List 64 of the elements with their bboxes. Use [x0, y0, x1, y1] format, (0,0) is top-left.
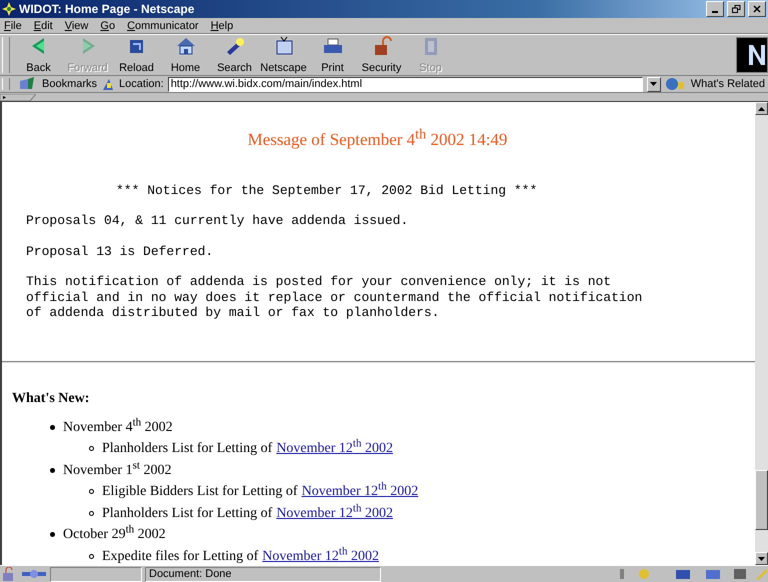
menu-item[interactable]: Go: [100, 20, 116, 32]
status-text: Document: Done: [145, 566, 381, 582]
section-heading: What's New:: [12, 390, 90, 407]
list-text: Expedite files for Letting of: [102, 548, 258, 565]
up-arrow-icon: [758, 106, 765, 110]
bullet-icon: [50, 424, 55, 430]
toolbar-button[interactable]: Security: [357, 36, 406, 74]
globe-icon: [664, 77, 687, 91]
toolbar-button[interactable]: Netscape: [259, 36, 308, 74]
minimize-button[interactable]: [706, 1, 724, 17]
bullet-icon: [89, 510, 94, 516]
caret-icon: [650, 82, 658, 86]
bullet-icon: [89, 554, 94, 559]
dropdown-button[interactable]: [646, 76, 661, 92]
location-icon: [101, 77, 116, 91]
close-button[interactable]: [748, 1, 766, 17]
toolbar-grip[interactable]: [2, 78, 10, 90]
bookmarks-button[interactable]: Bookmarks: [42, 78, 98, 90]
component-bar-icons[interactable]: [618, 567, 768, 581]
date-link[interactable]: November 12$^{th}$ 2002: [262, 546, 379, 565]
down-arrow-icon: [758, 556, 765, 560]
notice-text: Proposal 13 is Deferred.: [25, 244, 214, 260]
close-icon: [753, 5, 761, 13]
date-text: November 4$^{th}$ 2002: [63, 416, 173, 437]
restore-icon: [732, 5, 740, 13]
app-icon: [2, 2, 16, 16]
date-link[interactable]: November 12$^{th}$ 2002: [276, 438, 393, 460]
window-title: WIDOT: Home Page - Netscape: [19, 2, 196, 16]
date-link[interactable]: November 12$^{th}$ 2002: [276, 502, 393, 524]
bullet-icon: [89, 489, 94, 494]
menu-item[interactable]: Communicator: [127, 20, 199, 32]
printer-icon: [322, 36, 344, 56]
notice-text: This notification of addenda is posted for your convenience only; it is not official and in no way does it replace or countermand the official notification of addenda distributed by mail or fax to planholders.: [25, 274, 644, 321]
toolbar-grip[interactable]: [2, 37, 10, 73]
menu-item[interactable]: View: [64, 20, 88, 32]
bullet-icon: [50, 468, 55, 473]
list-text: Eligible Bidders List for Letting of: [102, 483, 298, 502]
bullet-icon: [50, 532, 55, 538]
notice-text: *** Notices for the September 17, 2002 Bid Letting ***: [115, 182, 538, 198]
toolbar-button[interactable]: Back: [14, 36, 63, 74]
date-text: October 29$^{th}$ 2002: [63, 524, 166, 544]
toolbar-button[interactable]: Search: [210, 36, 259, 74]
menu-item[interactable]: Help: [210, 20, 234, 32]
bullet-icon: [89, 446, 94, 452]
location-label: Location:: [119, 78, 164, 90]
date-link[interactable]: November 12$^{th}$ 2002: [302, 481, 418, 503]
location-field[interactable]: http://www.wi.bidx.com/main/index.html: [168, 76, 643, 92]
toolbar-button[interactable]: Reload: [112, 36, 161, 74]
toolbar-button[interactable]: Print: [308, 36, 357, 74]
list-text: Planholders List for Letting of: [102, 504, 272, 523]
house-icon: [174, 36, 196, 56]
scrollbar[interactable]: [755, 102, 768, 565]
toolbar-button[interactable]: Home: [161, 36, 210, 74]
menu-item[interactable]: Edit: [34, 20, 53, 32]
notice-text: Proposals 04, & 11 currently have addenda issued.: [25, 213, 410, 229]
scroll-thumb[interactable]: [755, 470, 768, 530]
message-heading: Message of September 4$^{th}$ 2002 14:49: [246, 126, 508, 150]
date-text: November 1$^{st}$ 2002: [63, 460, 172, 480]
menu-item[interactable]: File: [4, 20, 22, 32]
connection-icon: [21, 567, 47, 581]
logo-icon: [736, 37, 768, 73]
list-text: Planholders List for Letting of: [102, 440, 272, 458]
restore-button[interactable]: [727, 1, 745, 17]
whats-related-button[interactable]: What's Related: [690, 78, 765, 90]
